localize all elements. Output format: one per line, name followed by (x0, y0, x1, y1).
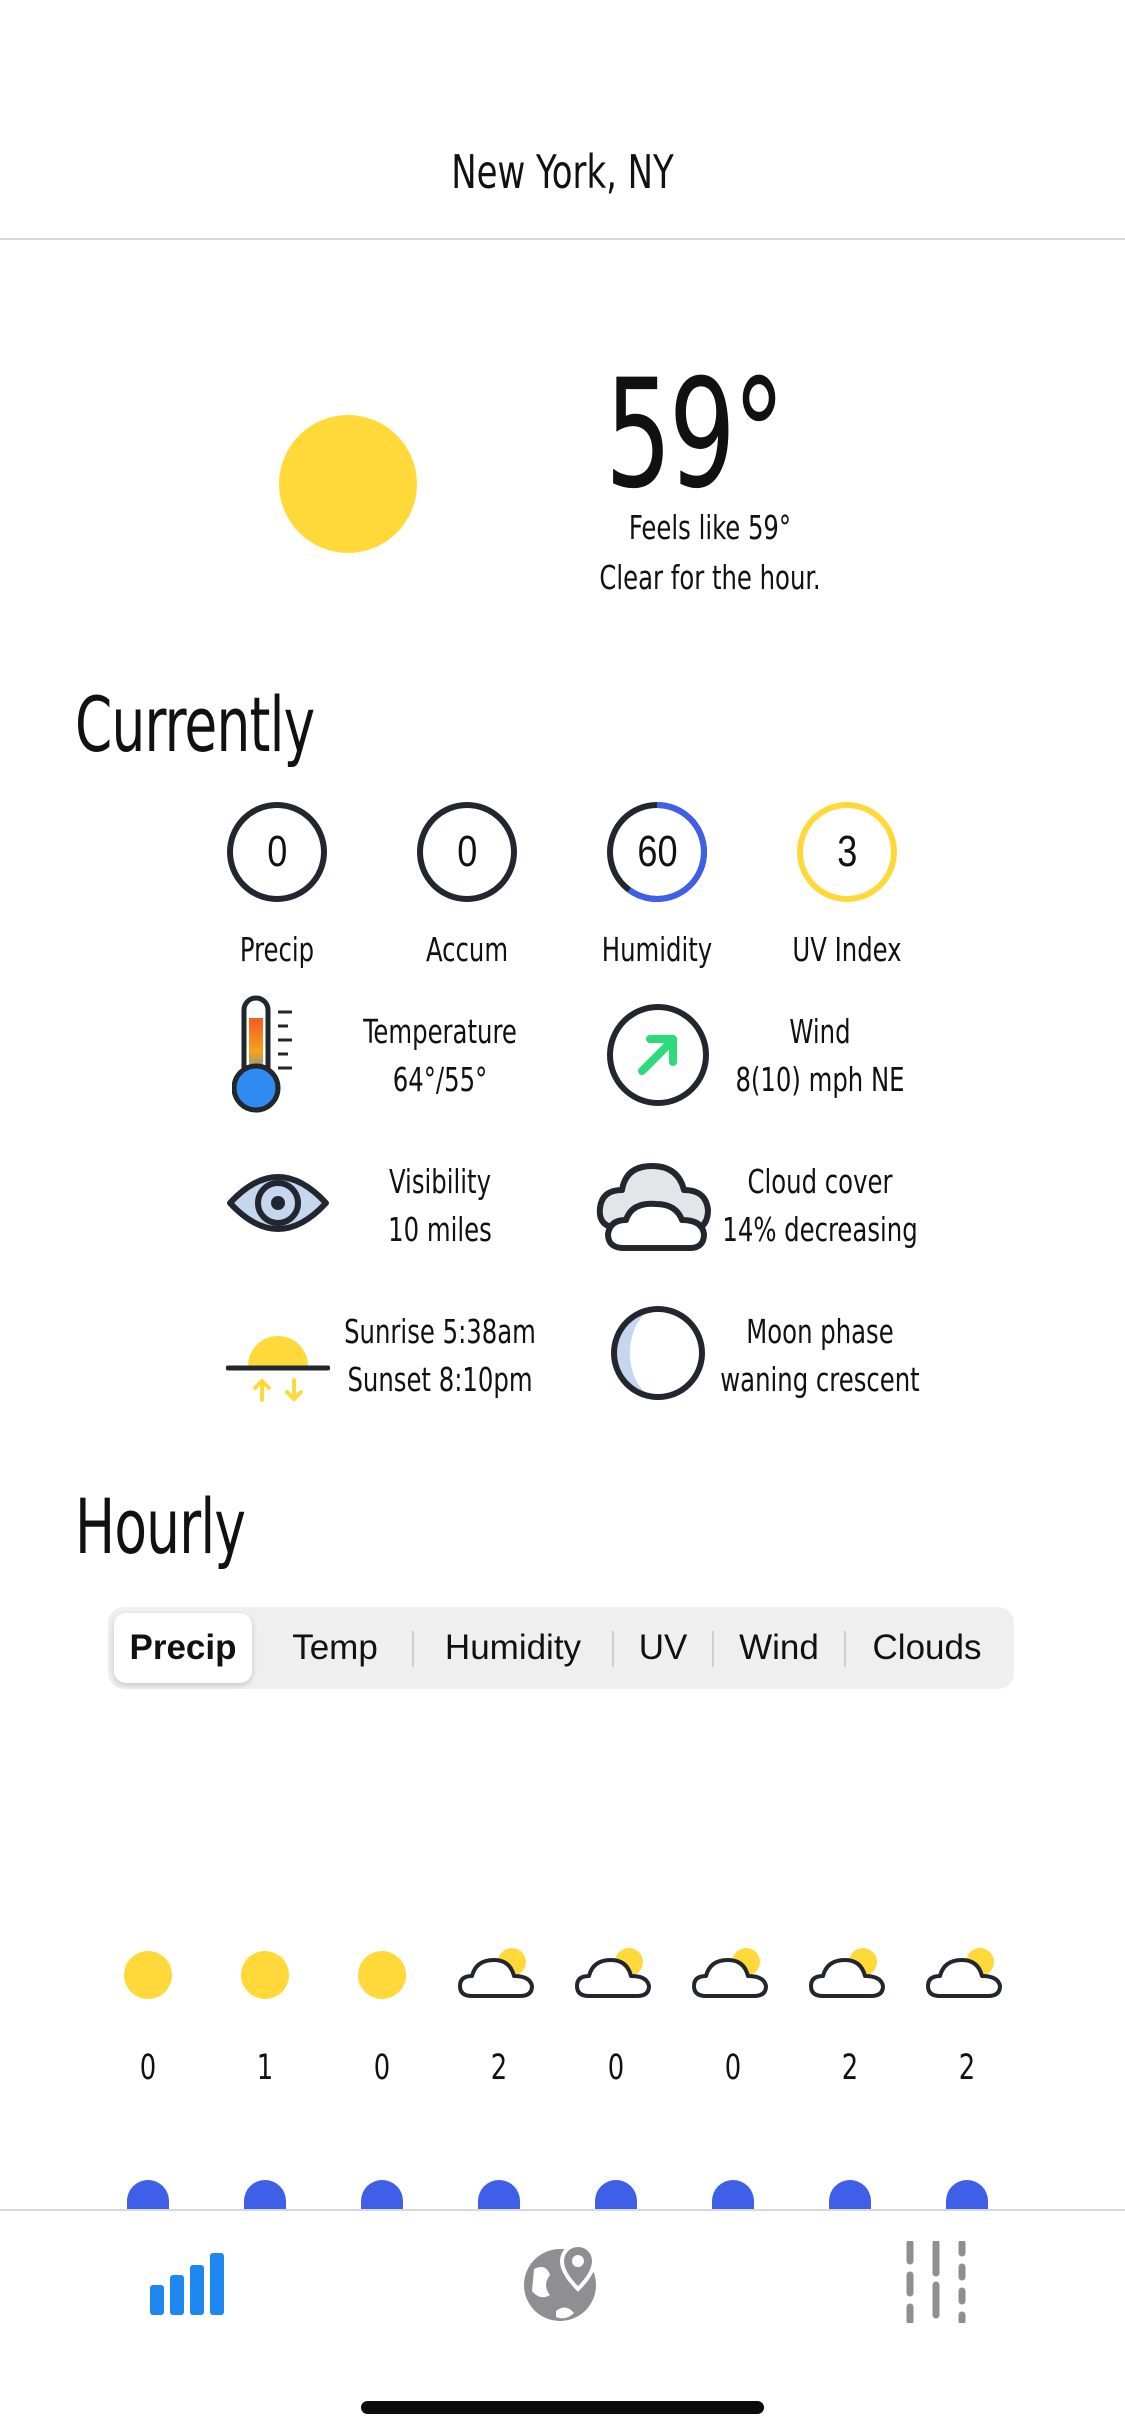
temperature-range: 64°/55° (392, 1060, 488, 1099)
accum-ring: 0 (417, 802, 517, 902)
sun-icon (124, 1951, 172, 1999)
hourly-bar (829, 2180, 871, 2210)
hourly-bar (127, 2180, 169, 2210)
cloud-cover-label: Cloud cover (747, 1162, 893, 1201)
wind-value: 8(10) mph NE (735, 1060, 905, 1099)
tab-precip[interactable]: Precip (114, 1613, 252, 1683)
humidity-label: Humidity (601, 930, 713, 969)
tab-clouds[interactable]: Clouds (846, 1613, 1008, 1683)
globe-pin-icon[interactable] (520, 2241, 604, 2325)
current-temperature: 59° (605, 348, 785, 522)
sun-icon (358, 1951, 406, 1999)
visibility-info[interactable]: Visibility 10 miles (333, 1158, 546, 1254)
temperature-info[interactable]: Temperature 64°/55° (333, 1008, 546, 1104)
partly-cloudy-icon (692, 1948, 768, 1998)
hourly-precip-value: 0 (724, 2048, 742, 2088)
hourly-metric-selector: Precip Temp Humidity UV Wind Clouds (108, 1607, 1014, 1689)
wind-info[interactable]: Wind 8(10) mph NE (713, 1008, 926, 1104)
location-title: New York, NY (451, 145, 674, 199)
visibility-value: 10 miles (388, 1210, 492, 1249)
precip-label: Precip (239, 930, 315, 969)
moon-phase-value: waning crescent (720, 1360, 920, 1399)
home-indicator (361, 2401, 764, 2414)
hourly-bar (712, 2180, 754, 2210)
tab-temp[interactable]: Temp (260, 1613, 410, 1683)
hourly-precip-value: 0 (139, 2048, 157, 2088)
partly-cloudy-icon (458, 1948, 534, 1998)
wind-direction-icon (607, 1004, 709, 1106)
sunset-time: Sunset 8:10pm (347, 1360, 533, 1399)
sliders-icon[interactable] (900, 2241, 972, 2323)
hourly-bar (244, 2180, 286, 2210)
visibility-label: Visibility (389, 1162, 491, 1201)
cloud-cover-info[interactable]: Cloud cover 14% decreasing (713, 1158, 926, 1254)
hourly-bar (361, 2180, 403, 2210)
moon-phase-icon (611, 1306, 705, 1400)
currently-heading: Currently (75, 680, 315, 769)
sunrise-sunset-icon (226, 1336, 330, 1402)
precip-ring: 0 (227, 802, 327, 902)
partly-cloudy-icon (809, 1948, 885, 1998)
humidity-value: 60 (636, 827, 678, 876)
cloud-icon (596, 1163, 711, 1251)
feels-like-text: Feels like 59° (628, 508, 792, 547)
sun-icon (241, 1951, 289, 1999)
hourly-bar (946, 2180, 988, 2210)
hourly-precip-value: 0 (373, 2048, 391, 2088)
sunrise-time: Sunrise 5:38am (344, 1312, 536, 1351)
hourly-precip-value: 2 (841, 2048, 859, 2088)
partly-cloudy-icon (926, 1948, 1002, 1998)
temperature-label: Temperature (363, 1012, 517, 1051)
hourly-precip-value: 0 (607, 2048, 625, 2088)
thermometer-icon (232, 995, 292, 1113)
eye-icon (227, 1174, 329, 1232)
wind-label: Wind (789, 1012, 851, 1051)
tab-uv[interactable]: UV (614, 1613, 712, 1683)
header: New York, NY (0, 0, 1125, 240)
tab-wind[interactable]: Wind (714, 1613, 844, 1683)
hourly-bar (595, 2180, 637, 2210)
uv-label: UV Index (792, 930, 902, 969)
hourly-bar (478, 2180, 520, 2210)
accum-label: Accum (425, 930, 509, 969)
sun-times-info[interactable]: Sunrise 5:38am Sunset 8:10pm (333, 1308, 546, 1404)
moon-phase-label: Moon phase (746, 1312, 894, 1351)
hourly-precip-value: 2 (958, 2048, 976, 2088)
summary-text: Clear for the hour. (599, 558, 821, 597)
partly-cloudy-icon (575, 1948, 651, 1998)
hourly-heading: Hourly (75, 1482, 246, 1571)
tab-humidity[interactable]: Humidity (414, 1613, 612, 1683)
sun-icon (279, 415, 417, 553)
hourly-precip-value: 1 (256, 2048, 274, 2088)
moon-phase-info[interactable]: Moon phase waning crescent (713, 1308, 926, 1404)
hourly-precip-value: 2 (490, 2048, 508, 2088)
uv-ring: 3 (797, 802, 897, 902)
chart-bars-icon[interactable] (148, 2251, 228, 2315)
cloud-cover-value: 14% decreasing (722, 1210, 918, 1249)
